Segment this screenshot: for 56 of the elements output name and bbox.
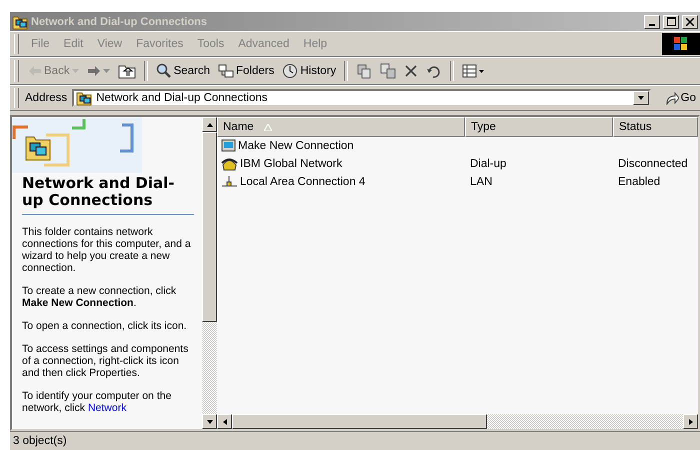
info-paragraph: To identify your computer on the network, click Network bbox=[22, 390, 172, 414]
connection-name[interactable]: Make New Connection bbox=[217, 137, 465, 155]
close-icon bbox=[686, 18, 694, 26]
column-header[interactable]: Type bbox=[465, 117, 613, 137]
views-icon bbox=[462, 64, 486, 78]
arrow-icon bbox=[636, 94, 645, 102]
up-folder-icon bbox=[118, 63, 136, 79]
network-link[interactable]: Network bbox=[88, 402, 126, 414]
folders-icon bbox=[218, 63, 234, 79]
table-cell-text: Enabled bbox=[617, 175, 662, 190]
pane-heading: Network and Dial-up Connections bbox=[22, 175, 194, 215]
maximize-icon bbox=[666, 17, 676, 26]
search-button[interactable]: Search bbox=[152, 61, 214, 81]
address-field[interactable]: Network and Dial-up Connections bbox=[72, 89, 651, 107]
minimize-button[interactable] bbox=[644, 14, 660, 28]
connection-name[interactable]: IBM Global Network bbox=[217, 155, 465, 173]
table-cell-text: LAN bbox=[469, 175, 494, 190]
table-cell-text: Disconnected bbox=[617, 157, 689, 172]
undo-icon bbox=[426, 64, 442, 78]
arrow-icon bbox=[686, 418, 694, 426]
search-icon bbox=[156, 63, 172, 79]
move-to-icon bbox=[356, 63, 372, 79]
back-arrow-icon bbox=[28, 65, 42, 77]
column-header[interactable]: Name bbox=[217, 117, 465, 137]
status-text: 3 object(s) bbox=[13, 435, 67, 447]
info-paragraph: To open a connection, click its icon. bbox=[22, 320, 188, 332]
minimize-icon bbox=[649, 24, 655, 26]
table-cell-text: Dial-up bbox=[469, 157, 508, 172]
caret-icon bbox=[102, 69, 110, 73]
network-folder-icon bbox=[12, 14, 28, 30]
history-button[interactable]: History bbox=[279, 61, 340, 81]
vertical-scrollbar[interactable] bbox=[202, 117, 217, 429]
go-button[interactable]: Go bbox=[660, 91, 700, 105]
column-header[interactable]: Status bbox=[613, 117, 698, 137]
info-paragraph: This folder contains network connections for this computer, and a wizard to help you create a new connection. bbox=[22, 226, 192, 274]
windows-logo bbox=[662, 33, 700, 55]
folders-button[interactable]: Folders bbox=[215, 61, 278, 81]
telephone-icon bbox=[221, 157, 238, 171]
connection-name[interactable]: Local Area Connection 4 bbox=[217, 173, 465, 191]
maximize-button[interactable] bbox=[663, 14, 679, 28]
arrow-icon bbox=[206, 120, 214, 128]
network-folder-icon bbox=[76, 90, 92, 106]
network-cable-icon bbox=[221, 175, 238, 189]
monitor-icon bbox=[221, 139, 236, 153]
curved-arrow-icon bbox=[664, 91, 679, 105]
delete-x-icon bbox=[404, 64, 418, 78]
close-button[interactable] bbox=[682, 14, 698, 28]
info-paragraph: To access settings and components of a connection, right-click its icon and then click Properties. bbox=[22, 343, 190, 379]
history-clock-icon bbox=[282, 63, 298, 79]
info-paragraph: To create a new connection, click Make New Connection. bbox=[22, 285, 178, 309]
forward-arrow-icon bbox=[86, 65, 101, 77]
address-label: Address bbox=[25, 92, 68, 104]
dropdown-button[interactable] bbox=[632, 91, 649, 105]
horizontal-scrollbar[interactable] bbox=[217, 414, 698, 429]
copy-to-icon bbox=[380, 63, 396, 79]
window-title: Network and Dial-up Connections bbox=[31, 16, 208, 28]
